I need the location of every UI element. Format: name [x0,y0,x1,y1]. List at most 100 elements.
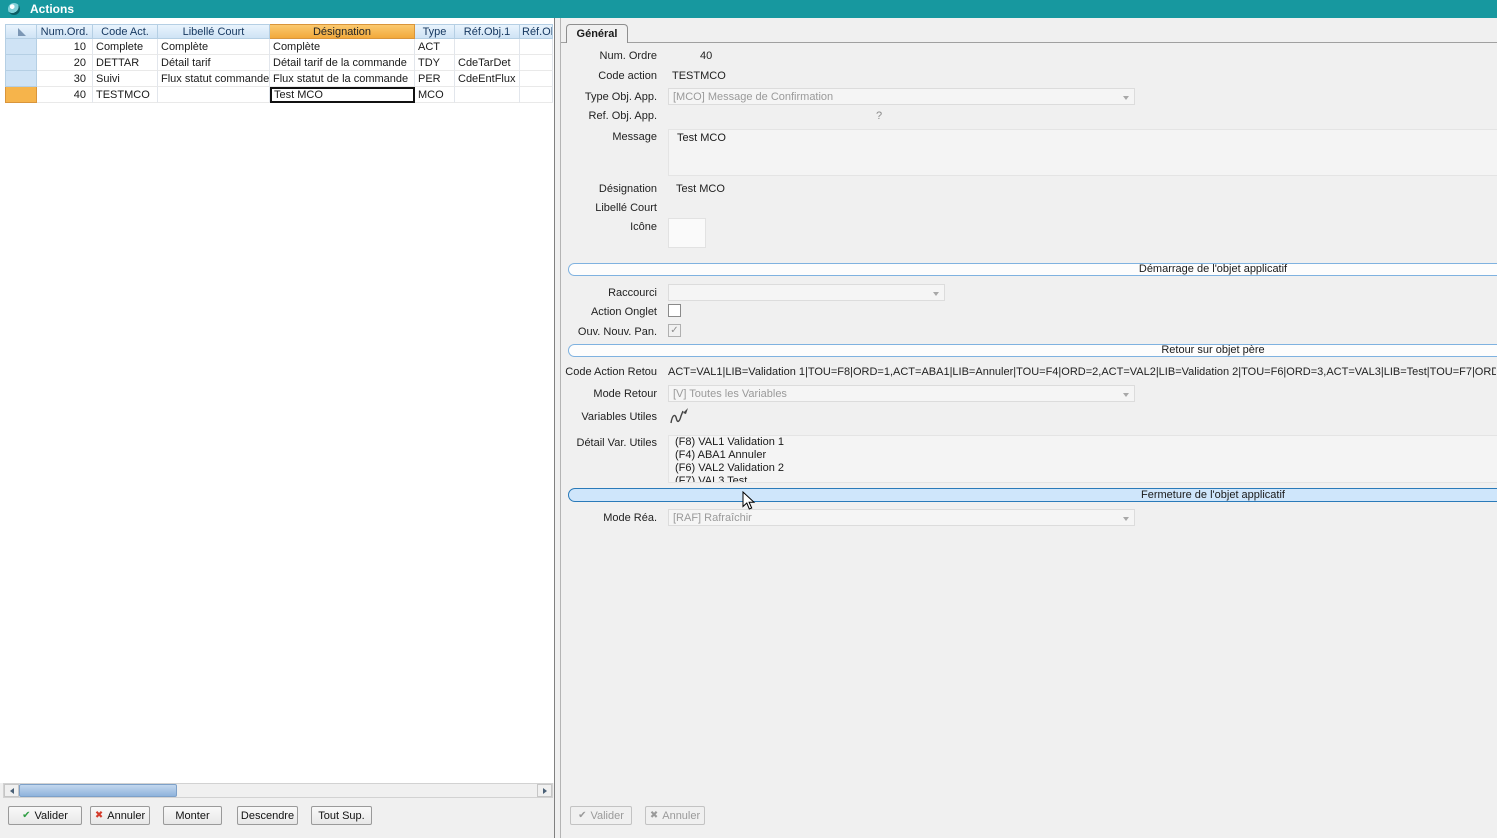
num-ordre-value[interactable]: 40 [700,50,712,62]
select-all-corner[interactable] [5,24,37,39]
grid-cell[interactable]: ACT [415,39,455,55]
arrow-left-icon [10,788,14,794]
scrollbar-thumb[interactable] [19,784,177,797]
grid-header-row: Num.Ord. Code Act. Libellé Court Désigna… [5,24,553,39]
annuler-button[interactable]: ✖ Annuler [90,806,150,825]
corner-select-icon [18,28,26,36]
ouv-nouv-pan-label: Ouv. Nouv. Pan. [500,326,657,338]
designation-value[interactable]: Test MCO [676,183,725,195]
descendre-button[interactable]: Descendre [237,806,298,825]
detail-line: (F7) VAL3 Test [669,475,1497,483]
row-selector[interactable] [5,39,37,55]
message-value: Test MCO [669,130,1497,144]
table-row-selected[interactable]: 40 TESTMCO Test MCO MCO [5,87,553,103]
detail-line: (F8) VAL1 Validation 1 [669,436,1497,449]
message-field[interactable]: Test MCO [668,129,1497,176]
grid-cell[interactable]: MCO [415,87,455,103]
col-header-num-ord[interactable]: Num.Ord. [37,24,93,39]
grid-cell[interactable] [158,87,270,103]
col-header-ref-obj-2[interactable]: Réf.Obj.2 [520,24,553,39]
grid-cell[interactable]: Complète [270,39,415,55]
grid-cell[interactable]: TDY [415,55,455,71]
section-demarrage[interactable]: Démarrage de l'objet applicatif [568,263,1497,276]
grid-cell[interactable]: 30 [37,71,93,87]
form-valider-button[interactable]: ✔ Valider [570,806,632,825]
checkbox-check-icon: ✓ [670,326,678,336]
detail-var-utiles-field[interactable]: (F8) VAL1 Validation 1 (F4) ABA1 Annuler… [668,435,1497,483]
mode-rea-select[interactable]: [RAF] Rafraîchir [668,509,1135,526]
grid-cell[interactable]: PER [415,71,455,87]
col-header-type[interactable]: Type [415,24,455,39]
grid-cell[interactable]: Détail tarif de la commande [270,55,415,71]
ref-obj-app-label: Ref. Obj. App. [500,110,657,122]
code-action-label: Code action [500,70,657,82]
mode-retour-label: Mode Retour [500,388,657,400]
tout-sup-label: Tout Sup. [318,810,364,822]
grid-cell[interactable]: Flux statut de la commande [270,71,415,87]
cross-icon: ✖ [95,811,103,821]
grid-cell[interactable]: 10 [37,39,93,55]
code-action-value[interactable]: TESTMCO [672,70,726,82]
ouv-nouv-pan-checkbox[interactable]: ✓ [668,324,681,337]
table-row[interactable]: 10 Complete Complète Complète ACT [5,39,553,55]
grid-cell[interactable]: 40 [37,87,93,103]
horizontal-scrollbar[interactable] [3,783,553,798]
detail-var-utiles-label: Détail Var. Utiles [500,437,657,449]
mouse-cursor [742,491,756,512]
grid-cell[interactable]: TESTMCO [93,87,158,103]
grid-cell[interactable]: Complete [93,39,158,55]
type-obj-app-select[interactable]: [MCO] Message de Confirmation [668,88,1135,105]
titlebar: Actions [0,0,1497,18]
row-selector[interactable] [5,55,37,71]
signature-pen-icon [669,407,691,427]
check-icon: ✔ [22,811,30,821]
cross-icon: ✖ [650,811,658,821]
grid-cell[interactable]: Détail tarif [158,55,270,71]
grid-cell[interactable]: Flux statut commande [158,71,270,87]
chevron-down-icon [933,292,939,296]
detail-line: (F6) VAL2 Validation 2 [669,462,1497,475]
chevron-down-icon [1123,517,1129,521]
message-label: Message [500,131,657,143]
table-row[interactable]: 20 DETTAR Détail tarif Détail tarif de l… [5,55,553,71]
row-selector-selected[interactable] [5,87,37,103]
chevron-down-icon [1123,393,1129,397]
tout-sup-button[interactable]: Tout Sup. [311,806,372,825]
action-onglet-label: Action Onglet [500,306,657,318]
raccourci-select[interactable] [668,284,945,301]
monter-label: Monter [175,810,209,822]
scroll-right-button[interactable] [537,784,552,797]
ref-obj-app-help[interactable]: ? [876,110,882,122]
grid-cell[interactable]: Suivi [93,71,158,87]
form-annuler-button[interactable]: ✖ Annuler [645,806,705,825]
action-onglet-checkbox[interactable] [668,304,681,317]
grid-panel [0,18,554,783]
icone-label: Icône [500,221,657,233]
grid-cell[interactable]: DETTAR [93,55,158,71]
col-header-code-act[interactable]: Code Act. [93,24,158,39]
icone-picker[interactable] [668,218,706,248]
raccourci-label: Raccourci [500,287,657,299]
tab-general[interactable]: Général [566,24,628,43]
mode-retour-select[interactable]: [V] Toutes les Variables [668,385,1135,402]
scroll-left-button[interactable] [4,784,19,797]
variables-utiles-button[interactable] [668,406,692,428]
col-header-designation[interactable]: Désignation [270,24,415,39]
mode-rea-label: Mode Réa. [500,512,657,524]
valider-button[interactable]: ✔ Valider [8,806,82,825]
code-action-retour-value[interactable]: ACT=VAL1|LIB=Validation 1|TOU=F8|ORD=1,A… [668,366,1496,378]
code-action-retour-label: Code Action Retou [500,366,657,378]
type-obj-app-value: [MCO] Message de Confirmation [673,91,833,103]
grid-cell[interactable]: Complète [158,39,270,55]
monter-button[interactable]: Monter [163,806,222,825]
col-header-ref-obj-1[interactable]: Réf.Obj.1 [455,24,520,39]
window-title: Actions [30,2,74,16]
section-retour[interactable]: Retour sur objet père [568,344,1497,357]
col-header-libelle-court[interactable]: Libellé Court [158,24,270,39]
row-selector[interactable] [5,71,37,87]
grid-cell-editing[interactable]: Test MCO [270,87,415,103]
grid-cell[interactable]: 20 [37,55,93,71]
type-obj-app-label: Type Obj. App. [500,91,657,103]
table-row[interactable]: 30 Suivi Flux statut commande Flux statu… [5,71,553,87]
section-fermeture[interactable]: Fermeture de l'objet applicatif [568,488,1497,502]
